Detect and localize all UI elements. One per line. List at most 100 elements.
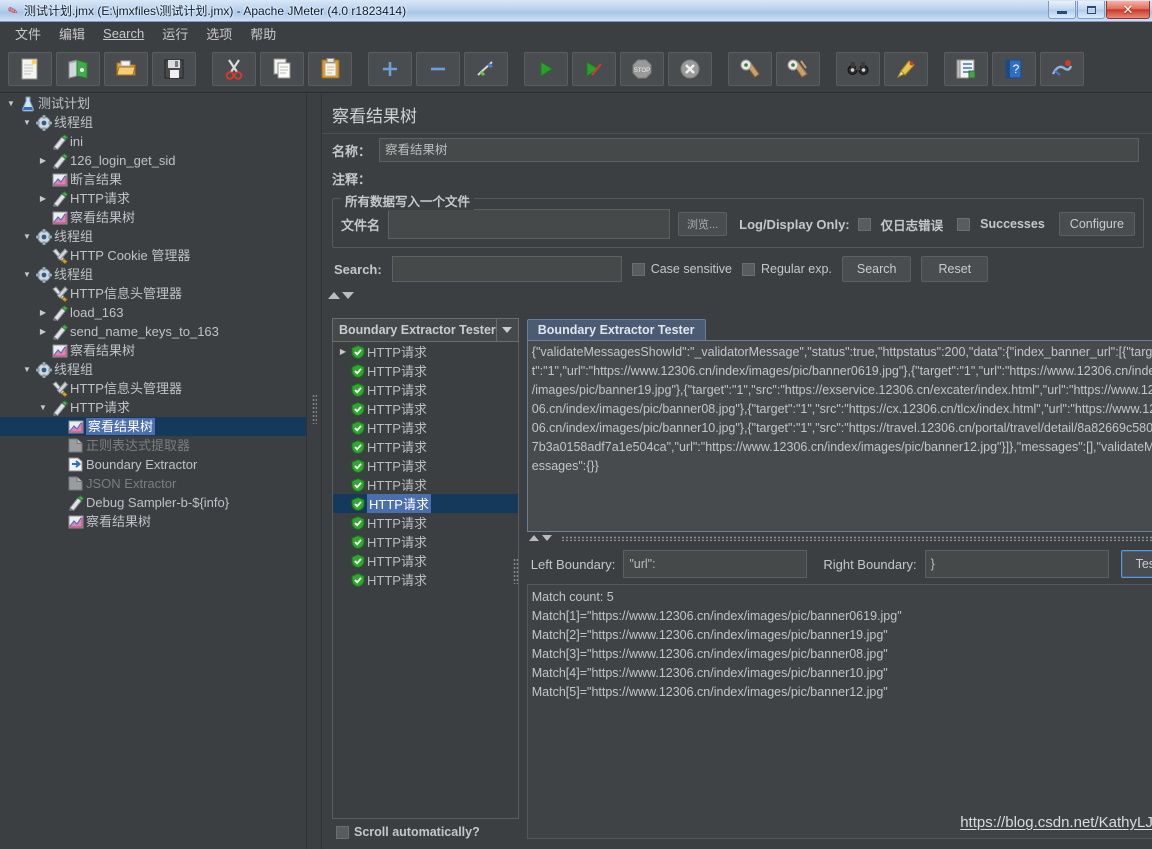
tree-node[interactable]: Debug Sampler-b-${info}: [0, 493, 306, 512]
tree-expand-toggle-open[interactable]: ▼: [20, 118, 34, 127]
sampler-result-item[interactable]: HTTP请求: [333, 494, 518, 513]
sampler-result-item[interactable]: HTTP请求: [333, 380, 518, 399]
hsplit-down-icon[interactable]: [541, 535, 552, 541]
tree-expand-toggle-open[interactable]: ▼: [4, 99, 18, 108]
update-button[interactable]: [1040, 51, 1084, 86]
minimize-button[interactable]: [1048, 1, 1076, 19]
save-button[interactable]: [152, 51, 196, 86]
response-data-text[interactable]: {"validateMessagesShowId":"_validatorMes…: [526, 340, 1152, 532]
test-button[interactable]: Test: [1120, 550, 1152, 578]
function-helper-button[interactable]: [944, 51, 988, 86]
test-plan-tree[interactable]: ▼ 测试计划 ▼ 线程组 ini ▶ 126_login_get_sid 断言结果 ▶ HTTP请…: [0, 94, 306, 849]
tree-node[interactable]: 察看结果树: [0, 512, 306, 531]
errors-only-checkbox[interactable]: [857, 217, 871, 231]
search-binoculars-button[interactable]: [836, 51, 880, 86]
tab-boundary-extractor-tester[interactable]: Boundary Extractor Tester: [526, 319, 706, 340]
inner-splitter-grip[interactable]: [512, 558, 518, 584]
tree-expand-toggle-closed[interactable]: ▶: [36, 327, 50, 336]
tree-node[interactable]: ▼ 测试计划: [0, 94, 306, 113]
tree-node[interactable]: 察看结果树: [0, 208, 306, 227]
tree-expand-toggle-closed[interactable]: ▶: [337, 347, 349, 356]
tree-node[interactable]: HTTP信息头管理器: [0, 379, 306, 398]
toggle-button[interactable]: [464, 51, 508, 86]
maximize-button[interactable]: [1077, 1, 1105, 19]
horizontal-splitter[interactable]: [527, 532, 1152, 544]
tree-node[interactable]: HTTP Cookie 管理器: [0, 246, 306, 265]
shutdown-button[interactable]: [668, 51, 712, 86]
reset-button[interactable]: Reset: [921, 256, 989, 282]
sampler-result-item[interactable]: HTTP请求: [333, 532, 518, 551]
sampler-result-item[interactable]: HTTP请求: [333, 456, 518, 475]
sampler-result-item[interactable]: HTTP请求: [333, 437, 518, 456]
collapse-down-icon[interactable]: [342, 291, 354, 299]
tree-node[interactable]: Boundary Extractor: [0, 455, 306, 474]
cut-button[interactable]: [212, 51, 256, 86]
paste-button[interactable]: [308, 51, 352, 86]
regex-checkbox[interactable]: [742, 262, 755, 276]
tree-expand-toggle-closed[interactable]: ▶: [36, 156, 50, 165]
templates-button[interactable]: [56, 51, 100, 86]
filename-input[interactable]: [388, 209, 670, 239]
tree-node[interactable]: ▼ 线程组: [0, 113, 306, 132]
renderer-combobox[interactable]: Boundary Extractor Tester: [332, 318, 519, 342]
stop-button[interactable]: STOP: [620, 51, 664, 86]
search-button[interactable]: Search: [841, 256, 912, 282]
menu-search[interactable]: Search: [94, 23, 153, 44]
sampler-result-item[interactable]: HTTP请求: [333, 551, 518, 570]
tree-node[interactable]: ▼ HTTP请求: [0, 398, 306, 417]
tree-node[interactable]: ▼ 线程组: [0, 360, 306, 379]
tree-node[interactable]: 断言结果: [0, 170, 306, 189]
name-input[interactable]: 察看结果树: [379, 138, 1140, 162]
sampler-result-item[interactable]: HTTP请求: [333, 475, 518, 494]
open-button[interactable]: [104, 51, 148, 86]
tree-node[interactable]: ▶ send_name_keys_to_163: [0, 322, 306, 341]
tree-node[interactable]: HTTP信息头管理器: [0, 284, 306, 303]
configure-button[interactable]: Configure: [1058, 212, 1135, 236]
successes-checkbox[interactable]: [957, 217, 971, 231]
clear-button[interactable]: [728, 51, 772, 86]
menu-edit[interactable]: 编辑: [50, 21, 94, 46]
help-button[interactable]: ?: [992, 51, 1036, 86]
collapse-all-button[interactable]: [416, 51, 460, 86]
copy-button[interactable]: [260, 51, 304, 86]
left-boundary-input[interactable]: "url":: [623, 550, 808, 578]
tree-node[interactable]: JSON Extractor: [0, 474, 306, 493]
menu-run[interactable]: 运行: [153, 21, 197, 46]
hsplit-up-icon[interactable]: [528, 535, 539, 541]
tree-expand-toggle-closed[interactable]: ▶: [36, 194, 50, 203]
menu-file[interactable]: 文件: [6, 21, 50, 46]
sampler-result-item[interactable]: ▶ HTTP请求: [333, 342, 518, 361]
sampler-result-item[interactable]: HTTP请求: [333, 399, 518, 418]
tree-node[interactable]: ▶ load_163: [0, 303, 306, 322]
menu-options[interactable]: 选项: [197, 21, 241, 46]
start-button[interactable]: [524, 51, 568, 86]
start-no-timers-button[interactable]: [572, 51, 616, 86]
tree-node[interactable]: ini: [0, 132, 306, 151]
sampler-result-item[interactable]: HTTP请求: [333, 418, 518, 437]
collapse-up-icon[interactable]: [328, 291, 340, 299]
case-sensitive-checkbox[interactable]: [631, 262, 645, 276]
sampler-result-item[interactable]: HTTP请求: [333, 570, 518, 589]
comment-input[interactable]: [379, 166, 1140, 190]
tree-node[interactable]: ▼ 线程组: [0, 227, 306, 246]
right-boundary-input[interactable]: }: [924, 550, 1109, 578]
browse-button[interactable]: 浏览...: [677, 212, 728, 236]
split-collapse-arrows[interactable]: [322, 288, 1152, 302]
clear-all-button[interactable]: [776, 51, 820, 86]
search-input[interactable]: [391, 256, 622, 282]
chevron-down-icon[interactable]: [495, 319, 518, 341]
tree-node[interactable]: ▶ HTTP请求: [0, 189, 306, 208]
close-button[interactable]: ✕: [1106, 1, 1150, 19]
tree-expand-toggle-open[interactable]: ▼: [20, 365, 34, 374]
sampler-result-item[interactable]: HTTP请求: [333, 361, 518, 380]
sampler-result-list[interactable]: ▶ HTTP请求 HTTP请求 HTTP请求 HTTP请求 HTTP请求 HTTP请求 HTT…: [332, 342, 519, 819]
tree-expand-toggle-closed[interactable]: ▶: [36, 308, 50, 317]
match-results-text[interactable]: Match count: 5 Match[1]="https://www.1230…: [526, 584, 1152, 839]
tree-expand-toggle-open[interactable]: ▼: [20, 232, 34, 241]
tree-node[interactable]: ▶ 126_login_get_sid: [0, 151, 306, 170]
new-button[interactable]: [8, 51, 52, 86]
reset-search-button[interactable]: [884, 51, 928, 86]
menu-help[interactable]: 帮助: [241, 21, 285, 46]
expand-all-button[interactable]: [368, 51, 412, 86]
tree-expand-toggle-open[interactable]: ▼: [20, 270, 34, 279]
